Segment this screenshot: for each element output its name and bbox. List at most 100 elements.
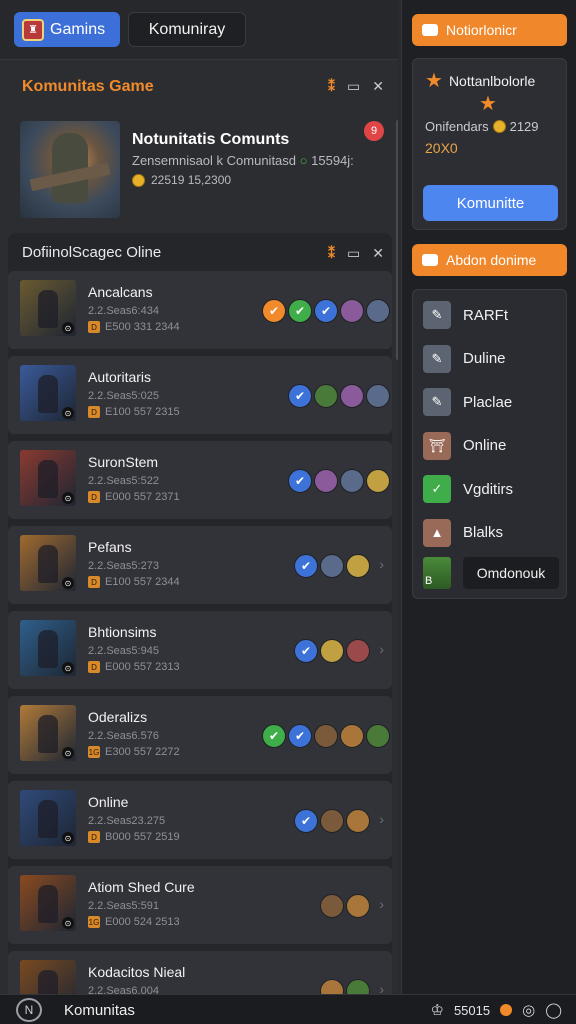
row-meta: 2.2.Seas5:025 <box>88 390 159 402</box>
avatar[interactable] <box>320 554 344 578</box>
avatar[interactable] <box>366 299 390 323</box>
star-icon: ★ <box>425 70 443 92</box>
avatar[interactable]: B <box>423 557 451 589</box>
avatar[interactable] <box>314 384 338 408</box>
featured-subtitle: Zensemnisaol k Comunitasd ○ 15594j: <box>132 153 354 168</box>
sidebar-menu-item[interactable]: ⛩ Online <box>423 429 563 463</box>
sidebar-menu-item[interactable]: ✓ Vgditirs <box>423 472 563 506</box>
chevron-right-icon[interactable]: › <box>379 896 384 912</box>
avatar[interactable] <box>340 469 364 493</box>
platform-icon: ⊙ <box>62 917 74 929</box>
row-stat: 1G E300 557 2272 <box>88 746 180 758</box>
game-thumbnail: ⊙ <box>20 620 76 676</box>
status-dot-icon <box>500 1004 513 1016</box>
verified-check-icon[interactable]: ✔ <box>294 639 318 663</box>
row-stat: D E000 557 2371 <box>88 491 180 503</box>
group-icon[interactable]: ⁑ <box>328 245 335 262</box>
community-button[interactable]: Komunitte <box>423 185 558 221</box>
chevron-right-icon[interactable]: › <box>379 811 384 827</box>
app-logo-icon[interactable]: N <box>16 998 42 1022</box>
verified-check-icon[interactable]: ✔ <box>288 724 312 748</box>
online-row[interactable]: ⊙ Bhtionsims 2.2.Seas5:945 D E000 557 2313 ✔ › <box>8 611 392 689</box>
row-name: Atiom Shed Cure <box>88 879 195 895</box>
online-row[interactable]: ⊙ SuronStem 2.2.Seas5:522 D E000 557 2371 ✔ <box>8 441 392 519</box>
chevron-right-icon[interactable]: › <box>379 556 384 572</box>
online-header-actions: ⁑ ▭ ✕ <box>328 245 384 262</box>
close-icon[interactable]: ✕ <box>372 78 384 95</box>
verified-check-icon[interactable]: ✔ <box>288 299 312 323</box>
online-row[interactable]: ⊙ Ancalcans 2.2.Seas6:434 D E500 331 2344 ✔ ✔ ✔ <box>8 271 392 349</box>
avatar[interactable] <box>346 809 370 833</box>
platform-icon: ⊙ <box>62 662 74 674</box>
verified-check-icon[interactable]: ✔ <box>262 299 286 323</box>
menu-item-icon: ✎ <box>423 301 451 329</box>
right-sidebar: Notiorlonicr ★ Nottanlbolorle ★ Onifenda… <box>401 0 576 994</box>
notification-badge[interactable]: 9 <box>364 121 384 141</box>
verified-check-icon[interactable]: ✔ <box>314 299 338 323</box>
verified-check-icon[interactable]: ✔ <box>294 554 318 578</box>
row-name: Kodacitos Nieal <box>88 964 186 980</box>
scrollbar[interactable] <box>396 120 398 360</box>
avatar[interactable] <box>340 724 364 748</box>
avatar[interactable] <box>320 809 344 833</box>
tab-games-label: Gamins <box>50 20 106 38</box>
sidebar-menu: ✎ RARFt ✎ Duline ✎ Placlae ⛩ Online ✓ Vgditirs ▲ Bl… <box>412 289 567 599</box>
avatar[interactable] <box>320 979 344 994</box>
featured-title: Notunitatis Comunts <box>132 131 290 148</box>
verified-check-icon[interactable]: ✔ <box>294 809 318 833</box>
verified-check-icon[interactable]: ✔ <box>262 724 286 748</box>
avatar[interactable] <box>314 724 338 748</box>
avatar[interactable] <box>346 554 370 578</box>
online-row[interactable]: ⊙ Autoritaris 2.2.Seas5:025 D E100 557 2315 ✔ <box>8 356 392 434</box>
tab-community[interactable]: Komuniray <box>128 12 246 47</box>
action-button[interactable]: Abdon donime <box>412 244 567 276</box>
download-button[interactable]: Omdonouk <box>463 557 559 589</box>
compass-icon[interactable]: ◎ <box>522 1001 535 1019</box>
platform-icon: ⊙ <box>62 577 74 589</box>
avatar[interactable] <box>366 384 390 408</box>
avatar[interactable] <box>320 639 344 663</box>
online-row[interactable]: ⊙Kodacitos Nieal2.2.Seas6.004DE000 557 2… <box>8 951 392 994</box>
avatar[interactable] <box>366 469 390 493</box>
row-name: Ancalcans <box>88 284 153 300</box>
verified-check-icon[interactable]: ✔ <box>288 384 312 408</box>
notifications-button[interactable]: Notiorlonicr <box>412 14 567 46</box>
online-row[interactable]: ⊙ Atiom Shed Cure 2.2.Seas5:591 1G E000 524 … <box>8 866 392 944</box>
avatar[interactable] <box>340 299 364 323</box>
avatar[interactable] <box>314 469 338 493</box>
avatar[interactable] <box>320 894 344 918</box>
sidebar-menu-item[interactable]: ✎ RARFt <box>423 298 563 332</box>
close-icon[interactable]: ✕ <box>372 245 384 262</box>
game-thumbnail: ⊙ <box>20 960 76 994</box>
menu-item-icon: ▲ <box>423 518 451 547</box>
notifications-label: Notiorlonicr <box>446 22 517 38</box>
menu-item-label: Vgditirs <box>463 480 514 498</box>
tab-games[interactable]: ♜ Gamins <box>14 12 120 47</box>
online-row[interactable]: ⊙ Online 2.2.Seas23.275 D B000 557 2519 ✔ › <box>8 781 392 859</box>
verified-check-icon[interactable]: ✔ <box>288 469 312 493</box>
row-name: SuronStem <box>88 454 159 470</box>
online-row[interactable]: ⊙ Pefans 2.2.Seas5:273 D E100 557 2344 ✔ › <box>8 526 392 604</box>
featured-community-card[interactable]: Notunitatis Comunts Zensemnisaol k Comun… <box>20 121 392 221</box>
action-label: Abdon donime <box>446 252 537 268</box>
tag-icon[interactable]: ▭ <box>347 245 360 262</box>
avatar[interactable] <box>340 384 364 408</box>
ring-icon[interactable]: ◯ <box>545 1001 562 1019</box>
menu-item-label: Online <box>463 437 507 454</box>
platform-icon: ⊙ <box>62 407 74 419</box>
avatar[interactable] <box>346 979 370 994</box>
participant-avatars <box>318 894 370 918</box>
tag-icon[interactable]: ▭ <box>347 78 360 95</box>
row-stat: D E000 557 2313 <box>88 661 180 673</box>
online-row[interactable]: ⊙ Oderalizs 2.2.Seas6.576 1G E300 557 2272 ✔ ✔ <box>8 696 392 774</box>
chevron-right-icon[interactable]: › <box>379 981 384 994</box>
sidebar-menu-item[interactable]: ✎ Duline <box>423 342 563 376</box>
group-icon[interactable]: ⁑ <box>328 78 335 95</box>
bottom-label: Komunitas <box>64 1002 135 1019</box>
avatar[interactable] <box>346 894 370 918</box>
avatar[interactable] <box>346 639 370 663</box>
avatar[interactable] <box>366 724 390 748</box>
sidebar-menu-item[interactable]: ✎ Placlae <box>423 385 563 419</box>
chevron-right-icon[interactable]: › <box>379 641 384 657</box>
sidebar-menu-item[interactable]: ▲ Blalks <box>423 516 563 550</box>
